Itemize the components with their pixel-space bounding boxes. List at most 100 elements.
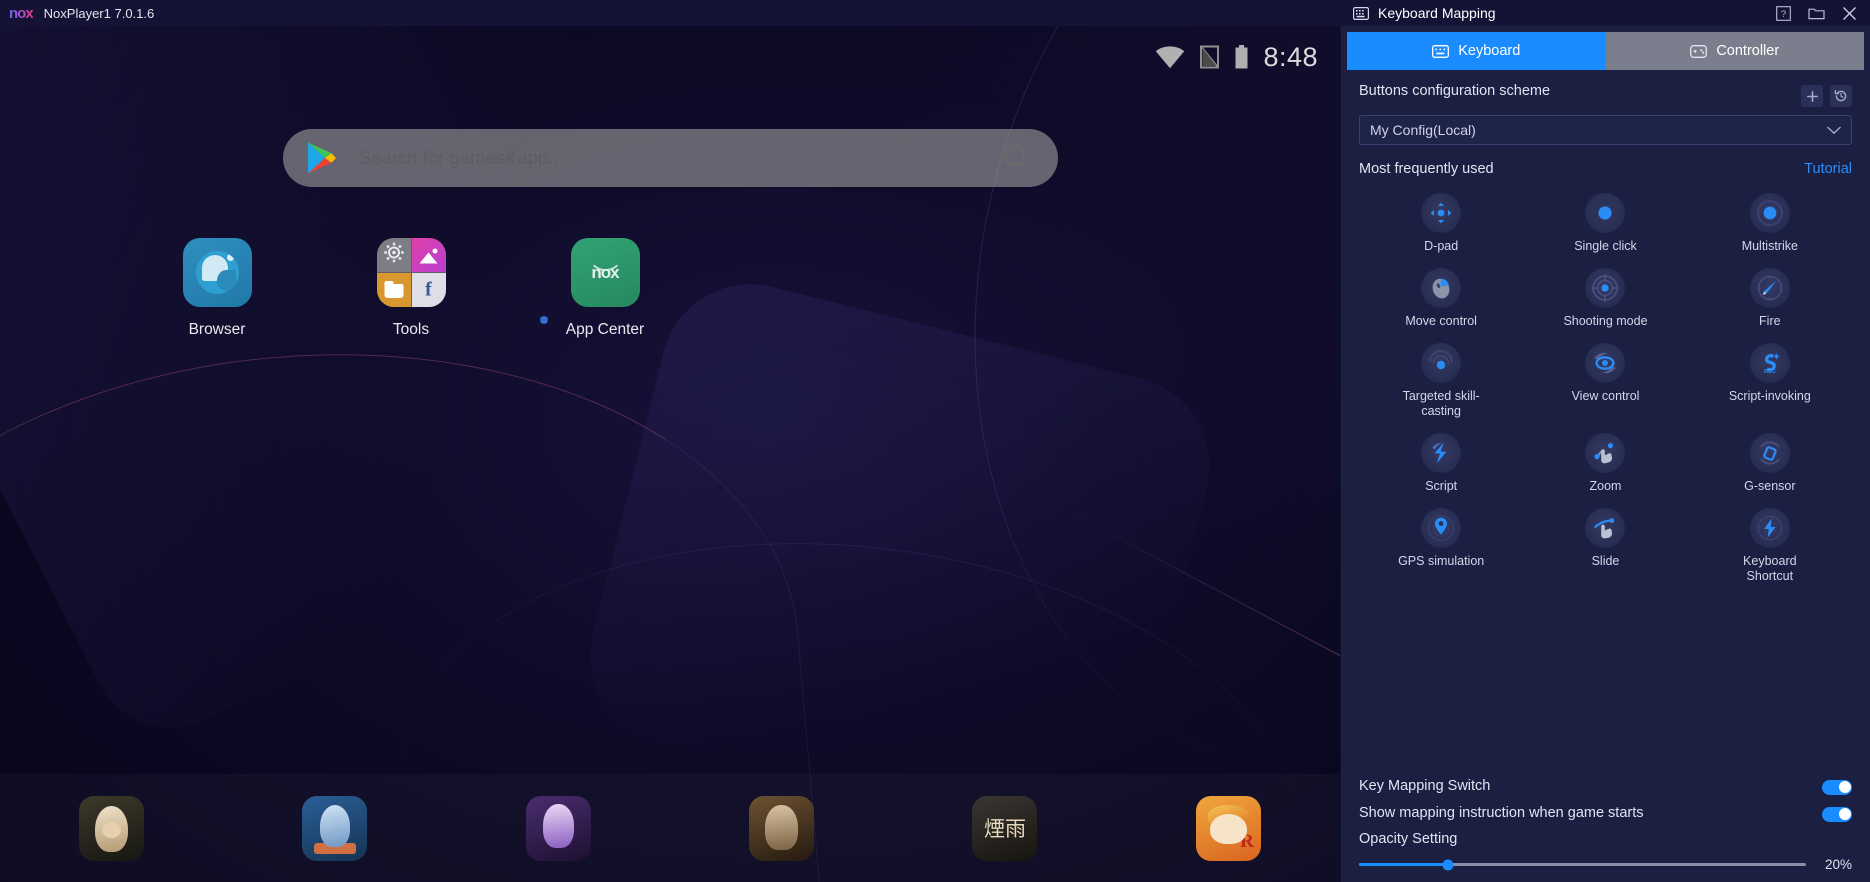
control-slide[interactable]: Slide — [1523, 502, 1687, 588]
dock-item[interactable] — [0, 795, 223, 861]
fire-blade-icon — [1749, 268, 1790, 308]
dock-item[interactable]: 煙雨 — [893, 795, 1116, 861]
most-used-row: Most frequently used Tutorial — [1359, 161, 1852, 177]
control-fire[interactable]: Fire — [1688, 262, 1852, 333]
control-label: D-pad — [1424, 239, 1459, 253]
app-center-icon: nox — [570, 238, 640, 307]
app-tools[interactable]: f Tools — [314, 238, 508, 339]
home-app-grid: Browser f Tools nox App Center — [120, 238, 702, 339]
battery-icon — [1234, 44, 1249, 70]
svg-text:REC: REC — [1764, 369, 1776, 375]
android-screen[interactable]: 8:48 Search for games&app... Browser f T… — [0, 26, 1340, 882]
control-label: G-sensor — [1744, 479, 1796, 493]
panel-tabs: Keyboard Controller — [1347, 32, 1864, 70]
control-keyboard-shortcut[interactable]: Keyboard Shortcut — [1688, 502, 1852, 588]
opacity-slider-fill — [1359, 863, 1449, 866]
crosshair-icon — [1585, 268, 1626, 308]
control-shooting-mode[interactable]: Shooting mode — [1523, 262, 1687, 333]
key-mapping-switch-toggle[interactable] — [1822, 779, 1852, 795]
keyboard-icon — [1432, 44, 1450, 58]
plus-icon[interactable] — [1801, 85, 1823, 107]
no-sim-icon — [1199, 45, 1220, 69]
control-label: Multistrike — [1741, 239, 1798, 253]
history-reset-icon[interactable] — [1830, 85, 1852, 107]
single-click-icon — [1585, 193, 1626, 233]
title-bar: nox NoxPlayer1 7.0.1.6 Keyboard Mapping … — [0, 0, 1870, 26]
game-icon-glyph: 煙雨 — [983, 817, 1026, 841]
game-icon-6: R — [1195, 795, 1261, 861]
game-icon-2 — [302, 795, 368, 861]
tools-folder-icon: f — [376, 238, 446, 307]
app-browser[interactable]: Browser — [120, 238, 314, 339]
control-label: Fire — [1759, 314, 1781, 328]
control-move-control[interactable]: Move control — [1359, 262, 1523, 333]
lightning-icon — [1749, 508, 1790, 548]
control-script-invoking[interactable]: REC Script-invoking — [1688, 337, 1852, 423]
game-icon-1 — [79, 795, 145, 861]
control-dpad[interactable]: D-pad — [1359, 187, 1523, 258]
slide-icon — [1585, 508, 1626, 548]
setting-key-mapping-switch: Key Mapping Switch — [1359, 777, 1852, 795]
help-icon[interactable]: ? — [1775, 5, 1792, 22]
app-label: Browser — [188, 321, 246, 338]
show-instruction-toggle[interactable] — [1822, 806, 1852, 822]
app-label: Tools — [392, 321, 430, 338]
wifi-icon — [1155, 45, 1185, 69]
mouse-move-icon — [1421, 268, 1462, 308]
control-label: Move control — [1405, 314, 1477, 328]
opacity-value: 20% — [1824, 857, 1852, 872]
game-icon-5: 煙雨 — [972, 795, 1038, 861]
dock-item[interactable]: R — [1117, 795, 1340, 861]
control-script[interactable]: Script — [1359, 427, 1523, 498]
opacity-label: Opacity Setting — [1359, 831, 1458, 847]
control-label: Shooting mode — [1563, 314, 1648, 328]
control-targeted-skill-casting[interactable]: Targeted skill-casting — [1359, 337, 1523, 423]
control-label: Targeted skill-casting — [1402, 389, 1480, 418]
search-icon[interactable] — [1002, 143, 1032, 173]
gamepad-icon — [1690, 44, 1708, 58]
dock-item[interactable] — [447, 795, 670, 861]
dpad-icon — [1421, 193, 1462, 233]
opacity-slider[interactable] — [1359, 859, 1806, 870]
control-multistrike[interactable]: Multistrike — [1688, 187, 1852, 258]
game-icon-3 — [525, 795, 591, 861]
app-app-center[interactable]: nox App Center — [508, 238, 702, 339]
scheme-buttons — [1801, 82, 1852, 107]
scheme-select[interactable]: My Config(Local) — [1359, 115, 1852, 145]
tutorial-link[interactable]: Tutorial — [1804, 161, 1852, 177]
control-label: Slide — [1591, 554, 1620, 568]
title-bar-left: nox NoxPlayer1 7.0.1.6 — [0, 5, 1340, 22]
app-center-indicator-dot — [540, 316, 548, 324]
app-label: App Center — [565, 321, 645, 338]
control-g-sensor[interactable]: G-sensor — [1688, 427, 1852, 498]
keyboard-icon — [1352, 5, 1369, 22]
setting-label: Key Mapping Switch — [1359, 777, 1491, 794]
opacity-slider-knob[interactable] — [1442, 859, 1454, 870]
search-input[interactable]: Search for games&app... — [359, 147, 1002, 169]
close-icon[interactable] — [1841, 5, 1858, 22]
android-status-bar: 8:48 — [0, 26, 1340, 88]
scheme-section: Buttons configuration scheme My Config(L… — [1341, 70, 1870, 177]
game-icon-4 — [749, 795, 815, 861]
control-single-click[interactable]: Single click — [1523, 187, 1687, 258]
tab-keyboard[interactable]: Keyboard — [1347, 32, 1606, 70]
tab-label: Controller — [1716, 43, 1780, 59]
main-body: 8:48 Search for games&app... Browser f T… — [0, 26, 1870, 882]
control-view-control[interactable]: View control — [1523, 337, 1687, 423]
search-bar[interactable]: Search for games&app... — [283, 129, 1058, 187]
scheme-selected-value: My Config(Local) — [1370, 122, 1476, 138]
control-zoom[interactable]: Zoom — [1523, 427, 1687, 498]
control-grid: D-pad Single click Multistrike Move cont… — [1341, 187, 1870, 588]
dock-item[interactable] — [670, 795, 893, 861]
window-title: NoxPlayer1 7.0.1.6 — [43, 5, 155, 21]
control-label: Keyboard Shortcut — [1743, 554, 1797, 583]
tab-controller[interactable]: Controller — [1605, 32, 1864, 70]
setting-show-instruction: Show mapping instruction when game start… — [1359, 804, 1852, 822]
panel-settings: Key Mapping Switch Show mapping instruct… — [1341, 777, 1870, 882]
most-used-title: Most frequently used — [1359, 161, 1494, 177]
dock-item[interactable] — [223, 795, 446, 861]
restore-window-icon[interactable] — [1808, 5, 1825, 22]
svg-text:?: ? — [1781, 9, 1786, 20]
control-gps-simulation[interactable]: GPS simulation — [1359, 502, 1523, 588]
control-label: Zoom — [1589, 479, 1622, 493]
